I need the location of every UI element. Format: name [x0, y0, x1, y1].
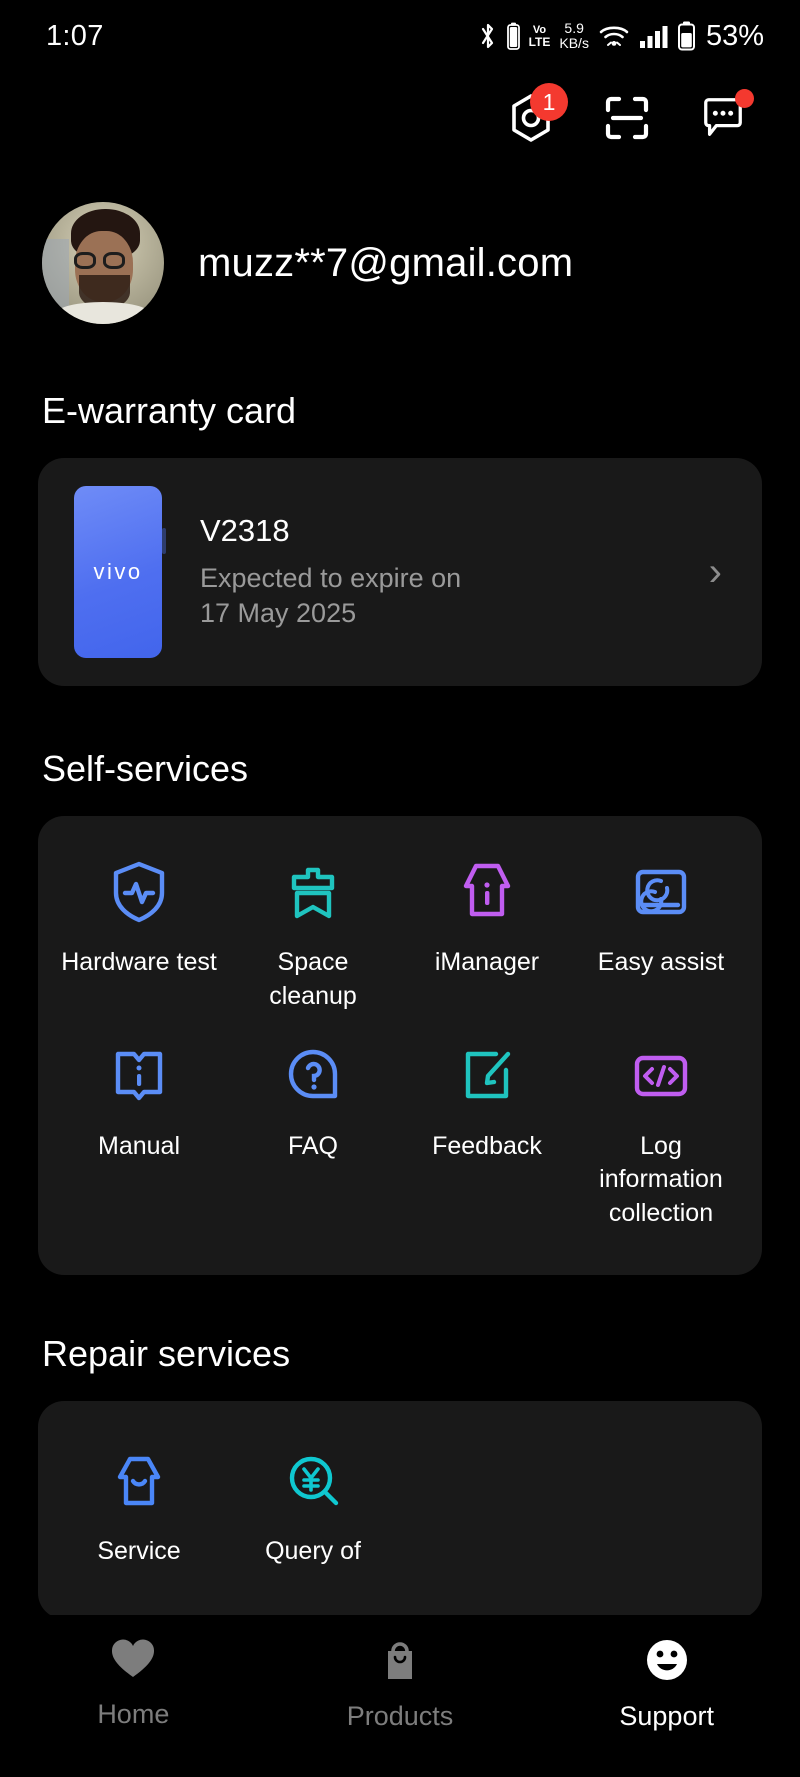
bluetooth-battery-icon — [506, 22, 520, 50]
repair-service-item-service[interactable]: Service — [52, 1441, 226, 1579]
self-service-item-imanager[interactable]: iManager — [400, 852, 574, 1024]
warranty-expiry-label: Expected to expire on — [200, 563, 462, 594]
nav-item-support[interactable]: Support — [533, 1637, 800, 1732]
repair-service-label: Query of — [265, 1536, 361, 1565]
scan-button[interactable] — [604, 95, 650, 141]
bottom-navigation: Home Products Support — [0, 1615, 800, 1777]
self-service-label: Space cleanup — [269, 948, 357, 1010]
device-model: V2318 — [200, 513, 290, 549]
self-service-label: Hardware test — [61, 948, 217, 976]
scan-frame-icon — [605, 96, 649, 140]
device-thumbnail: vivo — [74, 486, 166, 658]
app-screen: 1:07 Vo LTE 5.9 KB/s 53% 1 muzz**7@gmail… — [0, 0, 800, 1777]
network-speed-indicator: 5.9 KB/s — [559, 20, 589, 51]
nav-item-products[interactable]: Products — [267, 1637, 534, 1732]
service-store-icon — [110, 1449, 168, 1513]
self-service-label: FAQ — [287, 1131, 338, 1160]
self-service-label: iManager — [434, 948, 540, 976]
self-service-item-manual[interactable]: Manual — [52, 1036, 226, 1241]
repair-service-item-query-of[interactable]: Query of — [226, 1441, 400, 1579]
vivo-logo: vivo — [93, 559, 143, 584]
nav-label: Products — [346, 1701, 454, 1731]
self-services-section-title: Self-services — [42, 748, 249, 789]
avatar[interactable] — [42, 202, 164, 324]
smiley-face-icon — [646, 1640, 687, 1680]
battery-percent-label: 53% — [705, 19, 764, 52]
self-service-label: Manual — [98, 1131, 180, 1160]
wifi-icon — [598, 23, 630, 49]
bluetooth-icon — [478, 21, 498, 51]
status-bar-indicators: Vo LTE 5.9 KB/s 53% — [478, 20, 764, 53]
top-action-bar: 1 — [0, 72, 800, 164]
screen-sync-icon — [632, 860, 690, 924]
self-service-item-faq[interactable]: FAQ — [226, 1036, 400, 1241]
warranty-expiry-date: 17 May 2025 — [200, 598, 357, 628]
edit-square-pencil-icon — [458, 1044, 516, 1108]
repair-services-grid: Service Query of — [38, 1401, 762, 1619]
ewarranty-section-title: E-warranty card — [42, 390, 297, 431]
heart-icon — [112, 1639, 155, 1677]
self-services-card: Hardware test Space cleanup iManager Eas… — [38, 816, 762, 1275]
repair-services-section-title: Repair services — [42, 1332, 291, 1374]
self-service-item-feedback[interactable]: Feedback — [400, 1036, 574, 1241]
self-service-label: Feedback — [432, 1131, 542, 1160]
self-service-item-easy-assist[interactable]: Easy assist — [574, 852, 748, 1024]
messages-badge-dot — [735, 89, 754, 108]
repair-service-placeholder-4 — [574, 1441, 748, 1579]
nav-label: Home — [97, 1699, 170, 1729]
cellular-signal-icon — [639, 23, 669, 49]
broom-cleanup-icon — [284, 860, 342, 924]
profile-row[interactable]: muzz**7@gmail.com — [0, 164, 800, 324]
imanager-house-info-icon — [458, 860, 516, 924]
repair-services-card: Service Query of — [38, 1400, 762, 1619]
self-service-item-log-information-collection[interactable]: Log information collection — [574, 1036, 748, 1241]
ewarranty-card[interactable]: vivo V2318 Expected to expire on 17 May … — [38, 458, 762, 686]
volte-icon: Vo LTE — [528, 23, 551, 49]
shield-pulse-icon — [110, 860, 168, 924]
battery-icon — [677, 21, 695, 51]
price-query-magnifier-icon — [284, 1449, 342, 1513]
self-service-label: Easy assist — [597, 948, 725, 976]
nav-label: Support — [619, 1701, 714, 1731]
status-bar: 1:07 Vo LTE 5.9 KB/s 53% — [0, 0, 800, 72]
self-service-item-hardware-test[interactable]: Hardware test — [52, 852, 226, 1024]
repair-service-placeholder-3 — [400, 1441, 574, 1579]
service-center-badge: 1 — [530, 83, 568, 121]
messages-button[interactable] — [700, 89, 754, 141]
shopping-bag-icon — [388, 1642, 412, 1679]
code-brackets-icon — [632, 1044, 690, 1108]
service-center-button[interactable]: 1 — [508, 83, 568, 142]
nav-item-home[interactable]: Home — [0, 1637, 267, 1730]
question-bubble-icon — [284, 1044, 342, 1108]
status-bar-clock: 1:07 — [46, 19, 104, 52]
repair-service-label: Service — [97, 1536, 181, 1565]
self-service-item-space-cleanup[interactable]: Space cleanup — [226, 852, 400, 1024]
open-book-info-icon — [110, 1044, 168, 1108]
self-services-grid: Hardware test Space cleanup iManager Eas… — [38, 816, 762, 1275]
self-service-label: Log information collection — [599, 1131, 723, 1228]
account-email: muzz**7@gmail.com — [198, 240, 574, 285]
chevron-right-icon[interactable]: › — [709, 550, 732, 595]
